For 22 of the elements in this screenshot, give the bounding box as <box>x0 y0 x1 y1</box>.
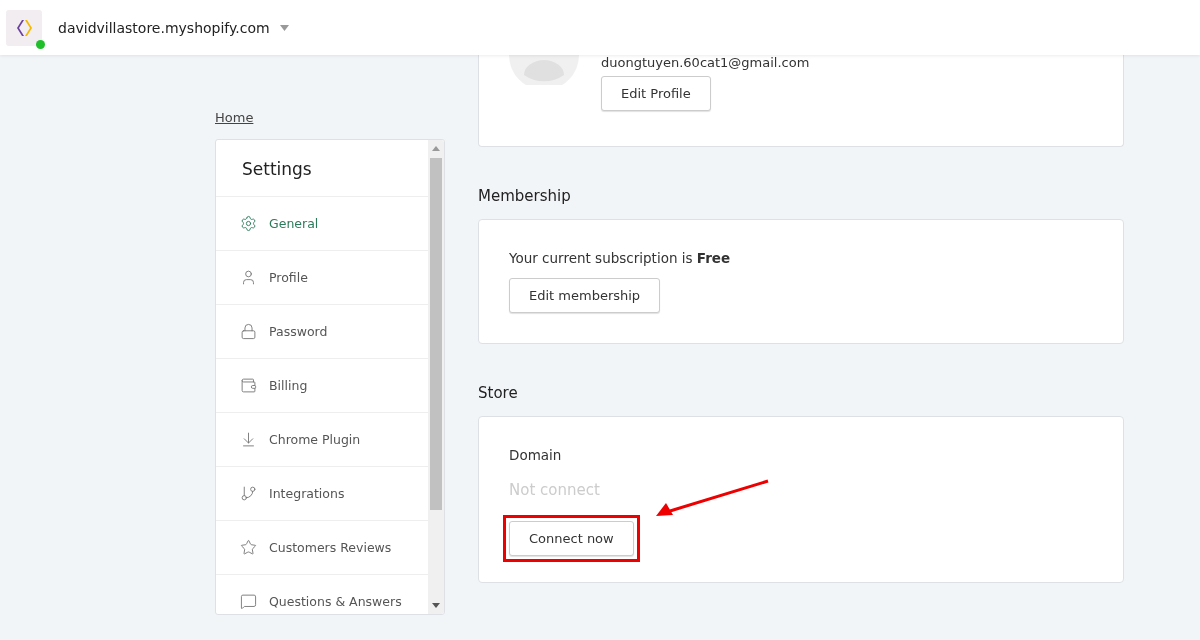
connect-now-button[interactable]: Connect now <box>509 521 634 556</box>
edit-profile-button[interactable]: Edit Profile <box>601 76 711 111</box>
scrollbar[interactable] <box>428 140 444 614</box>
email-text: duongtuyen.60cat1@gmail.com <box>601 55 810 70</box>
scroll-down-icon[interactable] <box>432 603 440 608</box>
domain-label: Domain <box>509 447 562 463</box>
home-link[interactable]: Home <box>215 110 445 125</box>
store-selector[interactable]: davidvillastore.myshopify.com <box>58 19 289 36</box>
question-icon <box>240 593 257 610</box>
wallet-icon <box>240 377 257 394</box>
edit-membership-button[interactable]: Edit membership <box>509 278 661 313</box>
user-icon <box>240 269 257 286</box>
scroll-up-icon[interactable] <box>432 146 440 151</box>
section-title: Store <box>478 384 519 402</box>
branch-icon <box>240 485 257 502</box>
caret-icon <box>279 24 289 31</box>
lock-icon <box>240 323 257 340</box>
subscription-text: Your current subscription is Free <box>509 250 731 266</box>
download-icon <box>240 431 257 448</box>
section-title: Membership <box>478 187 572 205</box>
gear-icon <box>240 215 257 232</box>
star-icon <box>240 539 257 556</box>
